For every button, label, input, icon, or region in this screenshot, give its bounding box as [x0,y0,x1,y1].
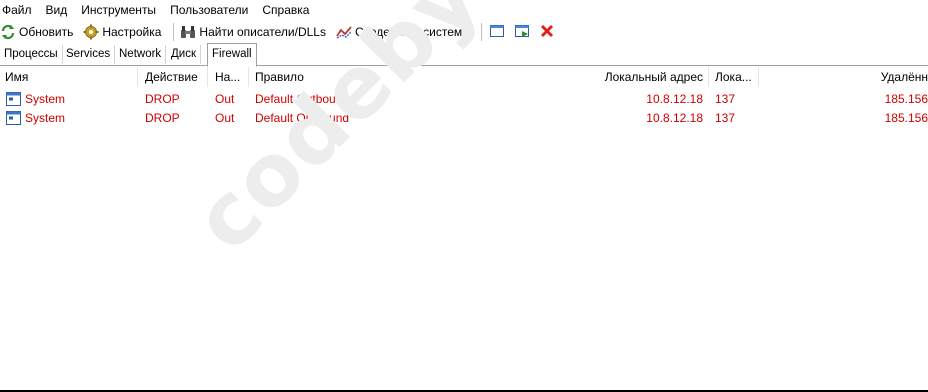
tab-processes[interactable]: Процессы [0,45,63,64]
menu-help[interactable]: Справка [260,0,316,20]
process-icon [6,92,21,109]
window-icon [489,23,505,42]
row-name: System [25,111,66,125]
column-action[interactable]: Действие [145,66,205,89]
column-direction[interactable]: На... [215,66,245,89]
save-window-icon [514,23,530,42]
column-header: Имя Действие На... Правило Локальный адр… [0,66,928,89]
row-action: DROP [145,111,180,125]
refresh-label: Обновить [19,25,74,39]
column-local-port[interactable]: Лока... [715,66,755,89]
column-name[interactable]: Имя [5,66,135,89]
row-direction: Out [215,111,235,125]
toolbar-divider [173,23,175,41]
tab-network[interactable]: Network [115,45,167,64]
row-remote-address: 185.156 [884,92,928,106]
column-divider[interactable] [708,67,709,87]
row-remote-address: 185.156 [884,111,928,125]
row-local-address: 10.8.12.18 [646,111,703,125]
process-icon [6,111,21,128]
save-button[interactable] [513,23,531,41]
gear-icon [83,24,99,40]
options-button[interactable]: Настройка [83,21,165,43]
find-handles-button[interactable]: Найти описатели/DLLs [180,21,330,43]
tab-disk[interactable]: Диск [167,45,201,64]
options-label: Настройка [102,25,162,39]
menu-users[interactable]: Пользователи [168,0,255,20]
menu-view[interactable]: Вид [44,0,75,20]
menu-tools[interactable]: Инструменты [79,0,163,20]
column-remote-address[interactable]: Удалённ [770,66,928,89]
menu-file[interactable]: Файл [0,0,39,20]
row-local-address: 10.8.12.18 [646,92,703,106]
column-divider[interactable] [207,67,208,87]
table-row[interactable]: System DROP Out Default Outbound 10.8.12… [0,109,928,128]
kill-button[interactable] [538,23,556,41]
refresh-icon [0,24,16,40]
table-row[interactable]: System DROP Out Default Outbound 10.8.12… [0,90,928,109]
row-action: DROP [145,92,180,106]
tab-services[interactable]: Services [62,45,116,64]
row-local-port: 137 [715,92,736,106]
find-handles-label: Найти описатели/DLLs [199,25,326,39]
row-name: System [25,92,66,106]
row-local-port: 137 [715,111,736,125]
refresh-button[interactable]: Обновить [0,21,77,43]
binoculars-icon [180,24,196,40]
row-direction: Out [215,92,235,106]
column-divider[interactable] [248,67,249,87]
close-icon [539,23,555,42]
tab-firewall[interactable]: Firewall [207,43,257,67]
column-divider[interactable] [758,67,759,87]
column-local-address[interactable]: Локальный адрес [560,66,703,89]
column-divider[interactable] [137,67,138,87]
